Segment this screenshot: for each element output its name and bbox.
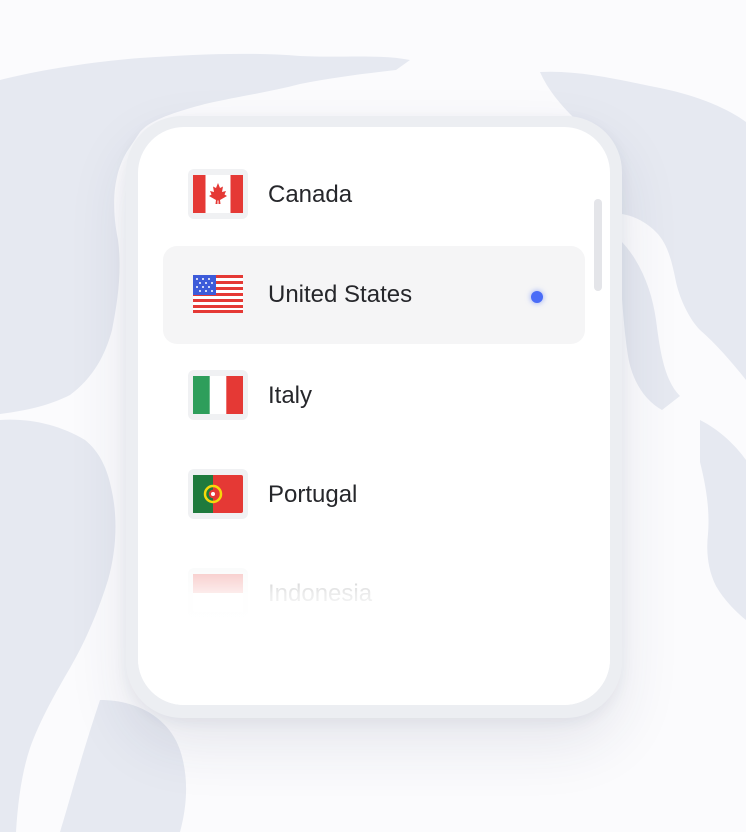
us-flag-icon	[188, 269, 248, 319]
country-name: Italy	[268, 382, 313, 409]
selected-indicator-dot	[531, 291, 543, 303]
country-item-united-states[interactable]: United States	[163, 246, 585, 344]
country-item-italy[interactable]: Italy	[163, 347, 585, 445]
portugal-flag-icon	[188, 469, 248, 519]
country-item-canada[interactable]: Canada	[163, 146, 585, 244]
country-name: United States	[268, 281, 413, 308]
country-name: Canada	[268, 181, 353, 208]
canada-flag-icon	[188, 169, 248, 219]
country-item-indonesia[interactable]: Indonesia	[163, 545, 585, 643]
scrollbar[interactable]	[594, 199, 602, 291]
country-name: Indonesia	[268, 580, 373, 607]
country-item-portugal[interactable]: Portugal	[163, 446, 585, 544]
country-name: Portugal	[268, 481, 358, 508]
italy-flag-icon	[188, 370, 248, 420]
country-list-panel[interactable]: Canada United States Italy Portugal Indo…	[138, 127, 610, 705]
indonesia-flag-icon	[188, 568, 248, 618]
